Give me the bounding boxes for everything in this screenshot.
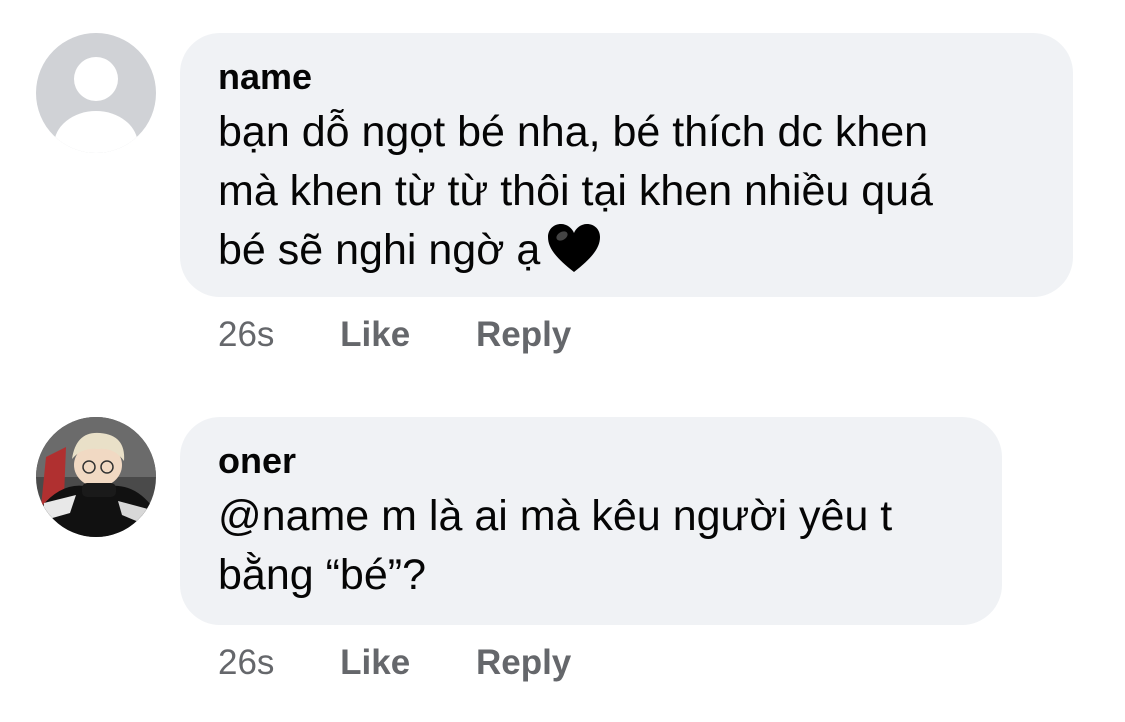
comment-text-line: mà khen từ từ thôi tại khen nhiều quá xyxy=(218,167,933,215)
reply-button[interactable]: Reply xyxy=(476,641,571,685)
comment-timestamp: 26s xyxy=(218,315,275,354)
like-button[interactable]: Like xyxy=(340,641,410,685)
comment-bubble[interactable]: oner @name m là ai mà kêu người yêu t bằn… xyxy=(180,417,1002,625)
comment-text-line: bằng “bé”? xyxy=(218,551,426,599)
user-avatar[interactable] xyxy=(36,417,156,537)
user-avatar-photo xyxy=(36,417,156,537)
comment-author[interactable]: oner xyxy=(218,439,964,483)
reply-button[interactable]: Reply xyxy=(476,313,571,357)
comment-text: bạn dỗ ngọt bé nha, bé thích dc khen mà k… xyxy=(218,103,1035,290)
default-avatar-icon xyxy=(36,33,156,153)
comment-bubble[interactable]: name bạn dỗ ngọt bé nha, bé thích dc khe… xyxy=(180,33,1073,297)
comment-text-line: bạn dỗ ngọt bé nha, bé thích dc khen xyxy=(218,108,929,156)
like-button[interactable]: Like xyxy=(340,313,410,357)
comment-text-line: bé sẽ nghi ngờ ạ xyxy=(218,226,541,274)
comment-text: @name m là ai mà kêu người yêu t bằng “bé… xyxy=(218,487,964,605)
comment-actions: 26s Like Reply xyxy=(218,313,571,357)
comment-timestamp: 26s xyxy=(218,643,275,682)
comment-author[interactable]: name xyxy=(218,55,1035,99)
default-avatar[interactable] xyxy=(36,33,156,153)
comment-actions: 26s Like Reply xyxy=(218,641,571,685)
black-heart-icon xyxy=(546,222,602,290)
comment-text-line: @name m là ai mà kêu người yêu t xyxy=(218,492,893,540)
